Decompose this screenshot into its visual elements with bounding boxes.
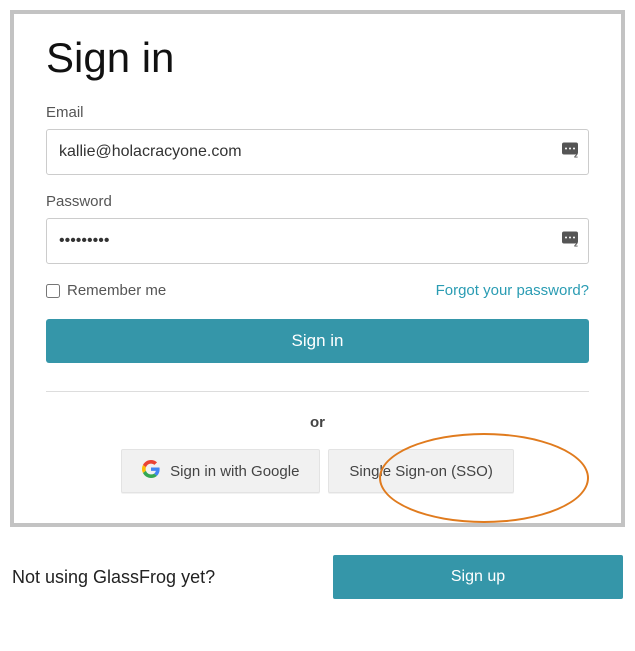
signup-button[interactable]: Sign up xyxy=(333,555,623,599)
password-input-wrap: 2 xyxy=(46,218,589,264)
signin-button[interactable]: Sign in xyxy=(46,319,589,363)
remember-checkbox[interactable] xyxy=(46,284,60,298)
svg-text:2: 2 xyxy=(574,242,578,248)
google-signin-label: Sign in with Google xyxy=(170,463,299,480)
google-icon xyxy=(142,460,160,482)
email-input-wrap: 2 xyxy=(46,129,589,175)
password-input[interactable] xyxy=(46,218,589,264)
password-manager-icon: 2 xyxy=(561,141,579,164)
svg-text:2: 2 xyxy=(574,153,578,159)
password-manager-icon: 2 xyxy=(561,230,579,253)
page-title: Sign in xyxy=(46,34,589,82)
remember-me[interactable]: Remember me xyxy=(46,282,166,299)
google-signin-button[interactable]: Sign in with Google xyxy=(121,449,320,493)
options-row: Remember me Forgot your password? xyxy=(46,282,589,299)
or-label: or xyxy=(46,414,589,431)
email-label: Email xyxy=(46,104,589,121)
footer-text: Not using GlassFrog yet? xyxy=(12,567,215,588)
email-input[interactable] xyxy=(46,129,589,175)
forgot-password-link[interactable]: Forgot your password? xyxy=(436,282,589,299)
password-label: Password xyxy=(46,193,589,210)
remember-label: Remember me xyxy=(67,282,166,299)
divider xyxy=(46,391,589,392)
sso-row: Sign in with Google Single Sign-on (SSO) xyxy=(46,449,589,493)
sso-signin-button[interactable]: Single Sign-on (SSO) xyxy=(328,449,513,493)
footer: Not using GlassFrog yet? Sign up xyxy=(10,555,625,599)
signin-card: Sign in Email 2 Password 2 Remember me F… xyxy=(10,10,625,527)
